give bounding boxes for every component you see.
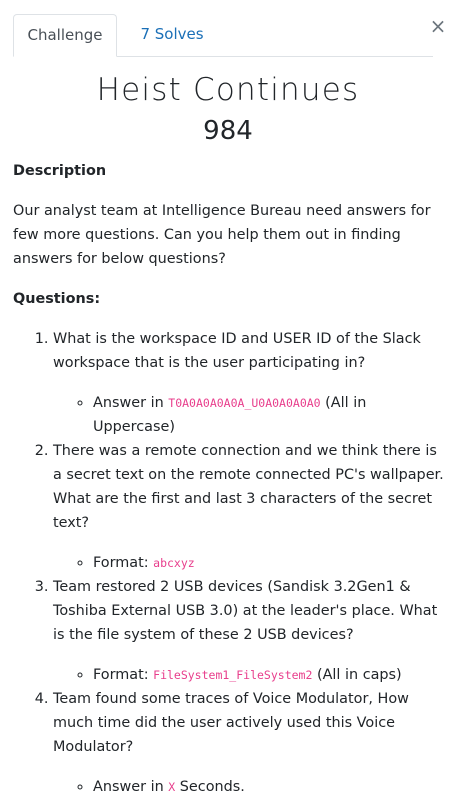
question-item: Team restored 2 USB devices (Sandisk 3.2… [53, 575, 445, 687]
question-text: There was a remote connection and we thi… [53, 443, 444, 531]
close-icon[interactable]: × [429, 14, 447, 38]
question-item: What is the workspace ID and USER ID of … [53, 327, 445, 439]
tab-solves[interactable]: 7 Solves [117, 14, 227, 56]
format-suffix: (All in caps) [312, 667, 402, 683]
answer-format: Answer in T0A0A0A0A0A_U0A0A0A0A0 (All in… [93, 391, 445, 439]
question-text: Team found some traces of Voice Modulato… [53, 691, 409, 755]
description-heading: Description [13, 163, 107, 179]
format-code: FileSystem1_FileSystem2 [153, 668, 313, 682]
questions-list: What is the workspace ID and USER ID of … [13, 327, 445, 799]
format-code: abcxyz [153, 556, 195, 570]
answer-format-list: Answer in X Seconds. [53, 775, 445, 799]
description-text: Our analyst team at Intelligence Bureau … [13, 203, 431, 267]
question-item: There was a remote connection and we thi… [53, 439, 445, 575]
answer-format: Format: FileSystem1_FileSystem2 (All in … [93, 663, 445, 687]
format-prefix: Answer in [93, 779, 169, 795]
answer-format-list: Format: FileSystem1_FileSystem2 (All in … [53, 663, 445, 687]
challenge-title: Heist Continues [96, 72, 360, 108]
answer-format: Answer in X Seconds. [93, 775, 445, 799]
question-text: What is the workspace ID and USER ID of … [53, 331, 421, 371]
question-item: Team found some traces of Voice Modulato… [53, 687, 445, 799]
question-text: Team restored 2 USB devices (Sandisk 3.2… [53, 579, 438, 643]
challenge-points: 984 [203, 116, 253, 146]
answer-format: Format: abcxyz [93, 551, 445, 575]
format-prefix: Format: [93, 555, 154, 571]
answer-format-list: Answer in T0A0A0A0A0A_U0A0A0A0A0 (All in… [53, 391, 445, 439]
format-prefix: Format: [93, 667, 154, 683]
questions-heading: Questions: [13, 291, 101, 307]
tab-bar: Challenge 7 Solves [13, 14, 433, 57]
format-code: T0A0A0A0A0A_U0A0A0A0A0 [168, 396, 321, 410]
challenge-description: Description Our analyst team at Intellig… [13, 159, 445, 799]
format-prefix: Answer in [93, 395, 169, 411]
answer-format-list: Format: abcxyz [53, 551, 445, 575]
format-suffix: Seconds. [175, 779, 245, 795]
tab-challenge[interactable]: Challenge [13, 14, 117, 57]
